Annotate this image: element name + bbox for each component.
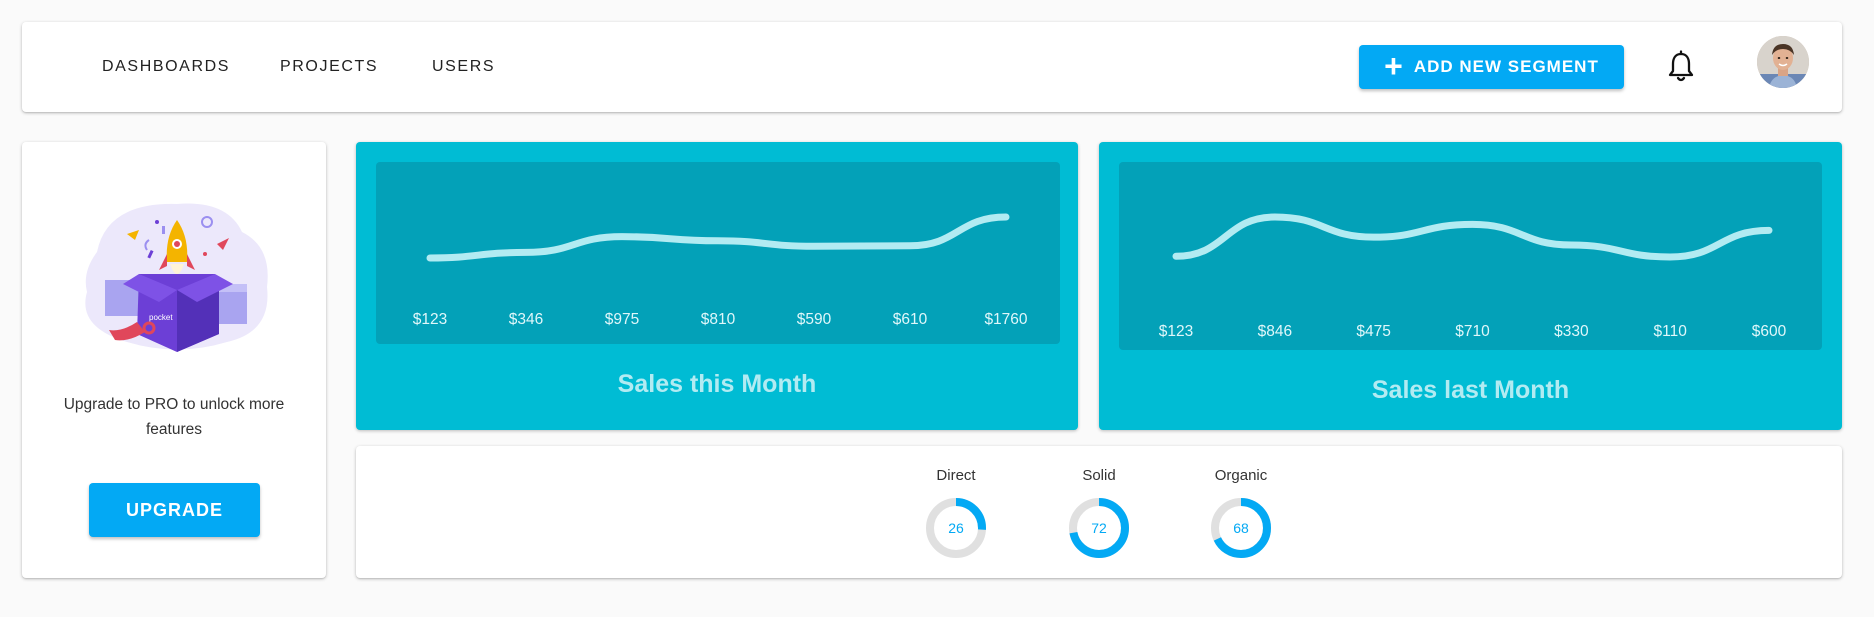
add-new-segment-button[interactable]: + ADD NEW SEGMENT bbox=[1359, 45, 1624, 89]
donut-label: Direct bbox=[936, 467, 976, 484]
donut-chart: 26 bbox=[926, 498, 986, 558]
donut-solid: Solid 72 bbox=[1059, 466, 1139, 560]
donut-chart: 68 bbox=[1211, 498, 1271, 558]
x-tick-label: $710 bbox=[1455, 323, 1490, 340]
donut-organic: Organic 68 bbox=[1201, 466, 1281, 560]
sales-last-month-title: Sales last Month bbox=[1371, 376, 1570, 404]
x-tick-label: $346 bbox=[509, 311, 543, 328]
donut-label: Organic bbox=[1214, 467, 1268, 484]
add-new-segment-label: ADD NEW SEGMENT bbox=[1413, 57, 1599, 76]
sales-this-month-chart: $123 $346 $975 $810 $590 $610 $1760 bbox=[376, 162, 1060, 344]
series-line bbox=[1172, 213, 1773, 261]
x-tick-label: $110 bbox=[1653, 323, 1687, 340]
upgrade-button[interactable]: UPGRADE bbox=[89, 483, 260, 537]
sales-last-month-svg: $123 $846 $475 $710 $330 $110 $600 bbox=[1159, 213, 1787, 340]
top-app-bar: DASHBOARDS PROJECTS USERS + ADD NEW SEGM… bbox=[22, 22, 1842, 112]
sales-this-month-card: $123 $346 $975 $810 $590 $610 $1760 Sales this… bbox=[356, 142, 1078, 430]
sales-this-month-title: Sales this Month bbox=[617, 370, 817, 398]
x-tick-label: $330 bbox=[1554, 323, 1589, 340]
x-tick-label: $123 bbox=[1159, 323, 1193, 340]
sales-last-month-card: $123 $846 $475 $710 $330 $110 $600 Sales last … bbox=[1099, 142, 1842, 430]
donut-value: 26 bbox=[948, 520, 964, 536]
plus-icon: + bbox=[1384, 48, 1404, 84]
series-line bbox=[426, 213, 1010, 262]
x-tick-label: $475 bbox=[1356, 323, 1390, 340]
avatar[interactable] bbox=[1757, 36, 1809, 88]
donut-label: Solid bbox=[1082, 467, 1116, 484]
bell-icon[interactable] bbox=[1666, 50, 1696, 84]
nav-users[interactable]: USERS bbox=[432, 58, 495, 76]
x-tick-label: $810 bbox=[701, 311, 736, 328]
donut-value: 68 bbox=[1233, 520, 1249, 536]
x-tick-label: $123 bbox=[413, 311, 447, 328]
x-tick-label: $610 bbox=[893, 311, 928, 328]
donut-chart: 72 bbox=[1069, 498, 1129, 558]
nav-projects[interactable]: PROJECTS bbox=[280, 58, 378, 76]
x-tick-label: $590 bbox=[797, 311, 832, 328]
x-tick-label: $1760 bbox=[984, 311, 1027, 328]
donut-direct: Direct 26 bbox=[916, 466, 996, 560]
upgrade-card: pocket Upgrade to PRO to unlock more fea… bbox=[22, 142, 326, 578]
x-tick-label: $600 bbox=[1752, 323, 1787, 340]
x-tick-label: $846 bbox=[1258, 323, 1292, 340]
rocket-box-illustration: pocket bbox=[67, 192, 287, 357]
donut-value: 72 bbox=[1091, 520, 1107, 536]
sales-this-month-svg: $123 $346 $975 $810 $590 $610 $1760 bbox=[413, 213, 1028, 328]
x-tick-label: $975 bbox=[605, 311, 639, 328]
svg-text:pocket: pocket bbox=[149, 313, 173, 322]
traffic-sources-card: Direct 26 Solid 72 Organic 68 bbox=[356, 446, 1842, 578]
sales-last-month-chart: $123 $846 $475 $710 $330 $110 $600 bbox=[1119, 162, 1822, 350]
upgrade-description: Upgrade to PRO to unlock more features bbox=[63, 396, 285, 438]
nav-dashboards[interactable]: DASHBOARDS bbox=[102, 58, 230, 76]
